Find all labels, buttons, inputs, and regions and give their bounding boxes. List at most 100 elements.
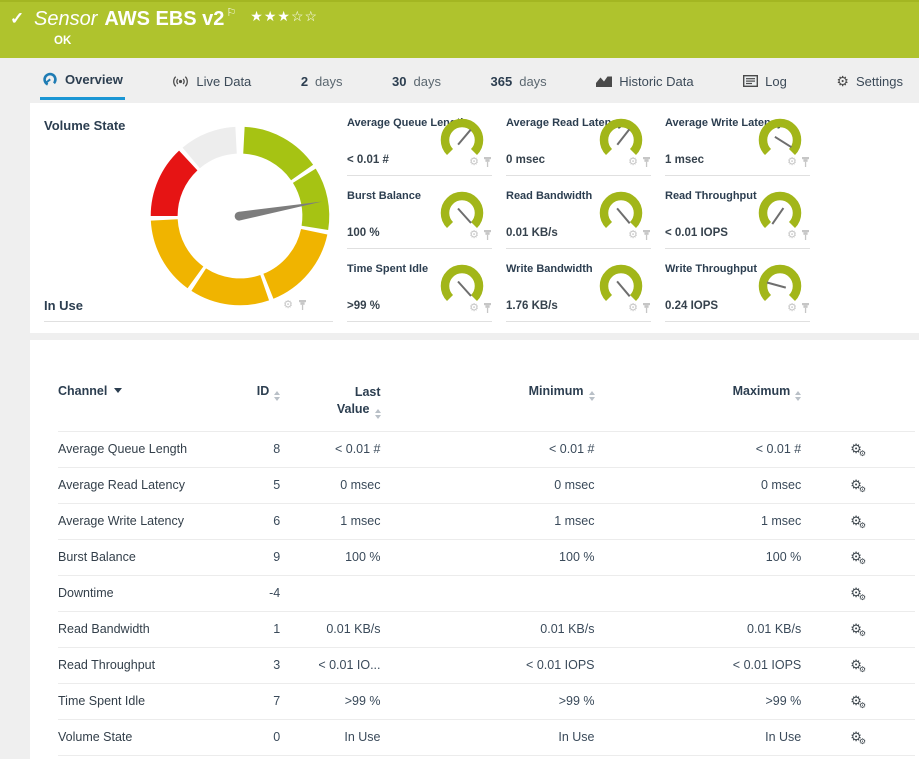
column-label: Maximum: [732, 384, 791, 398]
volume-state-gauge: [150, 126, 330, 306]
cell-actions: ⚙⚙: [801, 718, 915, 756]
gauge-icon: [43, 72, 57, 87]
column-header-channel[interactable]: Channel: [58, 378, 251, 431]
table-row: Downtime -4 ⚙⚙: [58, 574, 915, 612]
column-header-last-value[interactable]: Last Value: [280, 378, 381, 431]
cell-actions: ⚙⚙: [801, 682, 915, 720]
tab-30-days[interactable]: 30 days: [390, 62, 443, 100]
gauges-panel: Volume State In Use ⚙ Average Queue Leng…: [30, 103, 919, 333]
channel-settings-gears-icon[interactable]: ⚙⚙: [850, 549, 866, 566]
sort-icon[interactable]: [374, 408, 381, 419]
stars-filled[interactable]: ★★★: [250, 8, 291, 24]
tab-live-data[interactable]: Live Data: [170, 62, 253, 100]
tab-unit: days: [519, 73, 547, 89]
tab-label: Log: [765, 73, 787, 89]
channel-settings-gears-icon[interactable]: ⚙⚙: [850, 441, 866, 458]
channel-settings-gears-icon[interactable]: ⚙⚙: [850, 513, 866, 530]
pin-icon[interactable]: [801, 157, 810, 168]
sensor-header: ✓ Sensor AWS EBS v2 ⚐ ★★★☆☆ OK: [0, 0, 919, 58]
channel-settings-gears-icon[interactable]: ⚙⚙: [850, 477, 866, 494]
tab-historic-data[interactable]: Historic Data: [594, 62, 695, 100]
column-header-maximum[interactable]: Maximum: [595, 378, 802, 431]
gear-icon[interactable]: ⚙: [628, 303, 638, 314]
table-row: Write Bandwidth21.76 KB/s1.76 KB/s1.76 K…: [58, 754, 915, 759]
gauge-value: 0.01 KB/s: [506, 227, 558, 239]
sort-icon[interactable]: [588, 391, 595, 401]
gear-icon[interactable]: ⚙: [787, 157, 797, 168]
cell-min: 100 %: [380, 538, 595, 576]
column-header-minimum[interactable]: Minimum: [381, 378, 595, 431]
tab-settings[interactable]: ⚙ Settings: [834, 62, 905, 100]
sort-desc-icon[interactable]: [114, 388, 123, 393]
cell-max: In Use: [594, 718, 802, 756]
channel-settings-gears-icon[interactable]: ⚙⚙: [850, 729, 866, 746]
mini-gauge-burst-balance: Burst Balance 100 % ⚙: [347, 176, 492, 249]
pin-icon[interactable]: [483, 303, 492, 314]
mini-gauge-avg-read-latency: Average Read Latency 0 msec ⚙: [506, 103, 651, 176]
pin-icon[interactable]: [642, 303, 651, 314]
cell-id: 3: [251, 646, 281, 684]
cell-actions: ⚙⚙: [801, 466, 915, 504]
gear-icon: ⚙: [836, 73, 849, 89]
channel-settings-gears-icon[interactable]: ⚙⚙: [850, 621, 866, 638]
gauge-value: >99 %: [347, 300, 380, 312]
tab-2-days[interactable]: 2 days: [299, 62, 345, 100]
gear-icon[interactable]: ⚙: [469, 157, 479, 168]
tab-label: Historic Data: [619, 73, 694, 89]
table-row: Read Throughput 3 < 0.01 IO... < 0.01 IOPS <…: [58, 646, 915, 684]
pin-icon[interactable]: [298, 300, 307, 311]
cell-last: 1 msec: [280, 502, 381, 540]
pin-icon[interactable]: [801, 230, 810, 241]
gauge-value: < 0.01 IOPS: [665, 227, 728, 239]
cell-id: -4: [251, 574, 281, 612]
sensor-kind-label: Sensor: [34, 8, 98, 30]
cell-actions: ⚙⚙: [801, 646, 915, 684]
gauge-title: Time Spent Idle: [347, 263, 429, 275]
sort-icon[interactable]: [795, 391, 802, 401]
tab-log[interactable]: Log: [741, 62, 789, 100]
cell-max: 0 msec: [594, 466, 802, 504]
gear-icon[interactable]: ⚙: [628, 157, 638, 168]
pin-icon[interactable]: [801, 303, 810, 314]
gear-icon[interactable]: ⚙: [469, 230, 479, 241]
pin-icon[interactable]: [642, 157, 651, 168]
gear-icon[interactable]: ⚙: [283, 300, 293, 311]
mini-gauge-time-spent-idle: Time Spent Idle >99 % ⚙: [347, 249, 492, 322]
sort-icon[interactable]: [274, 391, 281, 401]
cell-last: < 0.01 #: [280, 430, 381, 468]
priority-stars[interactable]: ★★★☆☆: [250, 8, 318, 24]
mini-gauge-write-bandwidth: Write Bandwidth 1.76 KB/s ⚙: [506, 249, 651, 322]
cell-id: 9: [251, 538, 281, 576]
cell-max: 0.01 KB/s: [594, 610, 802, 648]
gear-icon[interactable]: ⚙: [628, 230, 638, 241]
column-label: Channel: [58, 384, 108, 398]
pin-icon[interactable]: [483, 157, 492, 168]
column-label: ID: [256, 384, 270, 398]
flag-icon[interactable]: ⚐: [226, 7, 236, 19]
gear-icon[interactable]: ⚙: [787, 303, 797, 314]
tab-overview[interactable]: Overview: [40, 62, 125, 100]
gauge-title: Burst Balance: [347, 190, 421, 202]
cell-min: >99 %: [380, 682, 595, 720]
cell-max: 100 %: [594, 538, 802, 576]
cell-last: [280, 574, 381, 612]
channel-settings-gears-icon[interactable]: ⚙⚙: [850, 585, 866, 602]
cell-name: Volume State: [58, 718, 252, 756]
tab-365-days[interactable]: 365 days: [489, 62, 549, 100]
tab-number: 2: [300, 73, 309, 89]
cell-name: Average Queue Length: [58, 430, 252, 468]
channel-settings-gears-icon[interactable]: ⚙⚙: [850, 657, 866, 674]
cell-min: [380, 574, 595, 612]
gauge-value: 100 %: [347, 227, 380, 239]
status-check-icon: ✓: [10, 9, 25, 28]
channel-settings-gears-icon[interactable]: ⚙⚙: [850, 693, 866, 710]
cell-id: 7: [251, 682, 281, 720]
column-header-id[interactable]: ID: [251, 378, 281, 431]
pin-icon[interactable]: [483, 230, 492, 241]
pin-icon[interactable]: [642, 230, 651, 241]
gear-icon[interactable]: ⚙: [787, 230, 797, 241]
gear-icon[interactable]: ⚙: [469, 303, 479, 314]
cell-min: 0.01 KB/s: [380, 610, 595, 648]
cell-actions: ⚙⚙: [801, 754, 915, 759]
stars-empty[interactable]: ☆☆: [291, 8, 318, 24]
